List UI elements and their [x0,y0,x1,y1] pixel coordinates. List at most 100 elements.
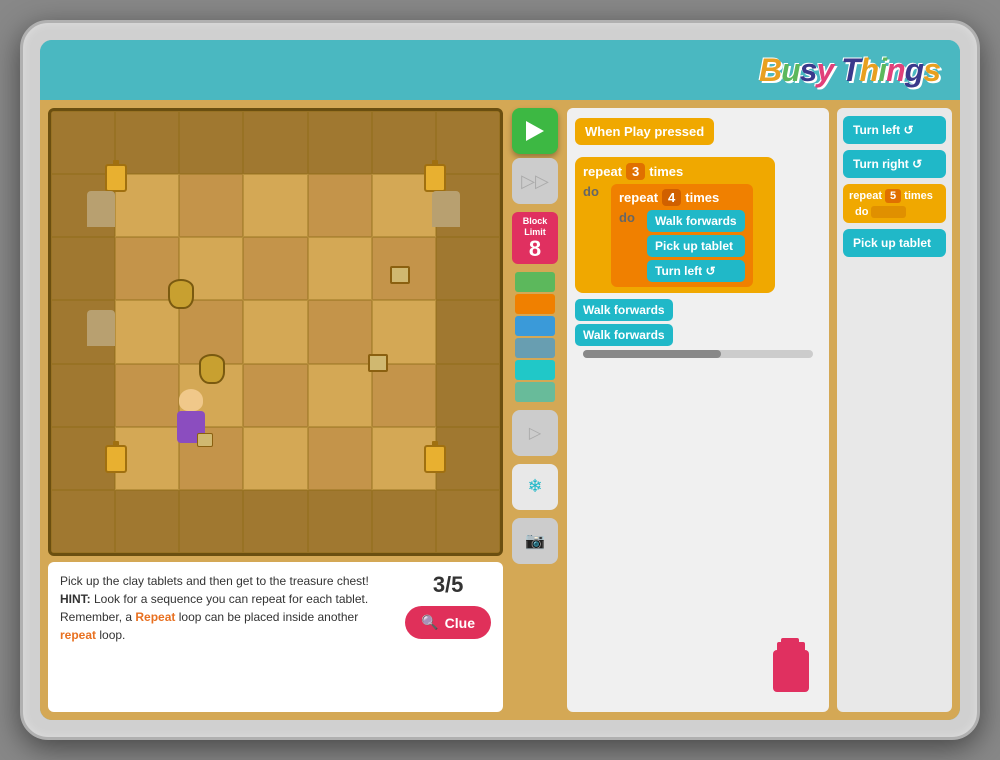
code-workspace[interactable]: When Play pressed repeat 3 times do [567,108,829,712]
walk-forwards-row-2: Walk forwards [575,299,821,321]
grid-cell [308,237,372,300]
clue-button[interactable]: 🔍 Clue [405,606,491,639]
block-limit-number: 8 [516,238,554,260]
left-panel: Pick up the clay tablets and then get to… [48,108,503,712]
hint-text-2: loop can be placed inside another [175,610,358,624]
grid-cell [436,490,500,553]
statue [432,191,460,227]
palette-repeat-header: repeat 5 times [849,189,940,203]
repeat-num-3: 3 [626,163,645,180]
trash-icon[interactable] [773,650,809,692]
right-panel: When Play pressed repeat 3 times do [567,108,952,712]
grid-cell [308,427,372,490]
do-label-2: do [619,210,639,225]
grid-cell [179,111,243,174]
grid-cell [436,237,500,300]
palette-turn-right[interactable]: Turn right ↺ [843,150,946,178]
logo-letter: y [816,52,833,88]
logo-letter: g [905,52,924,88]
run-icon: ▷ [529,423,541,443]
palette-pick-up-tablet[interactable]: Pick up tablet [843,229,946,257]
score-clue-panel: 3/5 🔍 Clue [405,572,491,639]
color-block-teal [515,360,555,380]
logo-letter: i [878,52,886,88]
camera-icon: 📷 [525,531,545,551]
grid-cell [115,490,179,553]
palette-turn-left[interactable]: Turn left ↺ [843,116,946,144]
do-label-1: do [583,184,603,199]
settings-icon-button[interactable]: 📷 [512,518,558,564]
inner-blocks: Walk forwards Pick up tablet Turn left ↺ [647,210,745,282]
inner-repeat-header: repeat 4 times [619,189,745,206]
palette-repeat-5[interactable]: repeat 5 times do [843,184,946,223]
run-icon-button[interactable]: ▷ [512,410,558,456]
statue [87,310,115,346]
color-block-blue2 [515,338,555,358]
barrel [199,354,225,384]
step-arrows-icon: ▷▷ [521,171,549,192]
app-logo: Busy Things [759,52,940,89]
hint-label: HINT: [60,592,91,606]
top-bar: Busy Things [40,40,960,100]
character-head [179,389,203,411]
repeat-word-2: repeat [60,628,96,642]
logo-letter: n [886,52,905,88]
barrel [168,279,194,309]
repeat-label-2: repeat [619,190,658,205]
info-text: Pick up the clay tablets and then get to… [60,572,395,644]
logo-letter: B [759,52,781,88]
color-block-blue [515,316,555,336]
grid-cell [372,490,436,553]
grid-cell [243,174,307,237]
logo-space [833,52,841,88]
grid-cell [179,174,243,237]
block-limit-label: Block Limit [516,216,554,238]
scrollbar[interactable] [583,350,813,358]
grid-cell [436,364,500,427]
color-block-green [515,272,555,292]
pick-up-tablet-block: Pick up tablet [647,235,745,257]
lantern [105,164,127,192]
game-viewport [48,108,503,556]
grid-cell [308,111,372,174]
play-button[interactable] [512,108,558,154]
palette-repeat-num: 5 [885,189,901,203]
grid-cell [51,364,115,427]
grid-cell [115,300,179,363]
lantern [424,445,446,473]
repeat-label-1: repeat [583,164,622,179]
info-panel: Pick up the clay tablets and then get to… [48,562,503,712]
blocks-palette: Turn left ↺ Turn right ↺ repeat 5 times [837,108,952,712]
hint-text-3: loop. [96,628,125,642]
inner-do-row: do Walk forwards Pick up tablet Turn lef… [619,210,745,282]
times-label-1: times [649,164,683,179]
lantern [424,164,446,192]
grid-cell [243,364,307,427]
palette-pick-up-tablet-label: Pick up tablet [853,236,931,250]
when-play-block-row: When Play pressed [575,118,821,151]
snowflake-icon: ❄ [527,476,542,497]
grid-cell [51,490,115,553]
outer-do-row: do repeat 4 times do [583,184,767,287]
walk-forwards-block-1: Walk forwards [647,210,745,232]
statue [87,191,115,227]
block-limit-box: Block Limit 8 [512,212,558,264]
score-badge: 3/5 [433,572,464,598]
outer-repeat-header: repeat 3 times [583,163,767,180]
logo-letter: h [860,52,879,88]
grid-cell [243,490,307,553]
turn-left-block: Turn left ↺ [647,260,745,282]
main-content: Pick up the clay tablets and then get to… [40,100,960,720]
grid-cell [51,237,115,300]
snowflake-icon-button[interactable]: ❄ [512,464,558,510]
palette-turn-right-label: Turn right ↺ [853,157,922,171]
grid-cell [179,490,243,553]
grid-cell [308,300,372,363]
step-button[interactable]: ▷▷ [512,158,558,204]
scrollbar-thumb [583,350,721,358]
walk-forwards-block-2: Walk forwards [575,299,673,321]
grid-cell [243,300,307,363]
logo-letter: u [781,52,800,88]
info-text-main: Pick up the clay tablets and then get to… [60,574,369,588]
logo-letter: s [923,52,940,88]
